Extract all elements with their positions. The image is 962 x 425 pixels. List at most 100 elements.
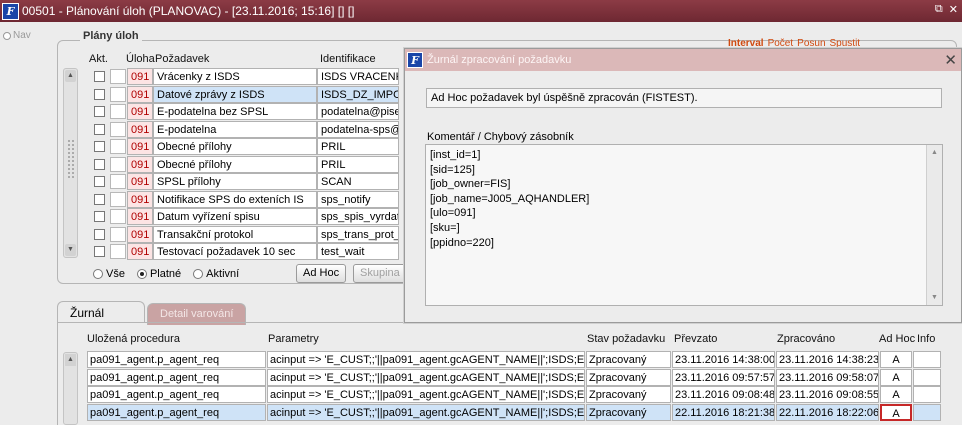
info-cell[interactable] — [913, 368, 941, 386]
scroll-down-icon[interactable]: ▼ — [65, 244, 76, 256]
info-cell[interactable] — [913, 351, 941, 368]
taken-cell[interactable]: 23.11.2016 09:57:57 — [672, 368, 775, 386]
taken-cell[interactable]: 23.11.2016 14:38:00 — [672, 351, 775, 368]
state-cell[interactable]: Zpracovaný — [586, 368, 671, 386]
active-checkbox[interactable] — [94, 158, 105, 170]
active-checkbox[interactable] — [94, 141, 105, 152]
active-checkbox[interactable] — [94, 193, 105, 205]
request-name[interactable]: Obecné přílohy — [153, 138, 317, 155]
row-selector[interactable] — [110, 244, 126, 259]
nav-toggle[interactable]: Nav — [3, 30, 31, 41]
restore-icon[interactable]: ⧉ — [935, 3, 943, 16]
identification[interactable]: podatelna-sps@p — [317, 120, 399, 138]
request-name[interactable]: Datum vyřízení spisu — [153, 208, 317, 225]
request-name[interactable]: E-podatelna — [153, 120, 317, 138]
identification[interactable]: podatelna@piseka — [317, 103, 399, 120]
active-checkbox[interactable] — [94, 71, 105, 82]
identification[interactable]: sps_trans_prot_d — [317, 225, 399, 243]
identification[interactable]: sps_notify — [317, 190, 399, 208]
procedure-cell[interactable]: pa091_agent.p_agent_req — [87, 403, 266, 421]
task-code[interactable]: 091 — [127, 155, 153, 173]
journal-scrollbar[interactable]: ▲ — [63, 352, 78, 425]
processed-cell[interactable]: 23.11.2016 09:58:07 — [776, 368, 879, 386]
active-checkbox[interactable] — [94, 88, 105, 100]
task-code[interactable]: 091 — [127, 68, 153, 85]
task-code[interactable]: 091 — [127, 120, 153, 138]
active-checkbox[interactable] — [94, 106, 105, 117]
state-cell[interactable]: Zpracovaný — [586, 386, 671, 403]
task-code[interactable]: 091 — [127, 103, 153, 120]
procedure-cell[interactable]: pa091_agent.p_agent_req — [87, 351, 266, 368]
params-cell[interactable]: acinput => 'E_CUST;;'||pa091_agent.gcAGE… — [267, 386, 585, 403]
row-selector[interactable] — [110, 139, 126, 154]
filter-all[interactable]: Vše — [93, 268, 125, 280]
params-cell[interactable]: acinput => 'E_CUST;;'||pa091_agent.gcAGE… — [267, 351, 585, 368]
processed-cell[interactable]: 22.11.2016 18:22:06 — [776, 403, 879, 421]
row-selector[interactable] — [110, 209, 126, 224]
plans-scrollbar[interactable]: ▲ ▼ — [63, 68, 78, 258]
adhoc-button[interactable]: Ad Hoc — [296, 264, 347, 283]
filter-valid[interactable]: Platné — [136, 268, 181, 280]
request-name[interactable]: Vrácenky z ISDS — [153, 68, 317, 85]
info-cell[interactable] — [913, 403, 941, 421]
task-code[interactable]: 091 — [127, 85, 153, 103]
procedure-cell[interactable]: pa091_agent.p_agent_req — [87, 368, 266, 386]
state-cell[interactable]: Zpracovaný — [586, 351, 671, 368]
identification[interactable]: sps_spis_vyrdat — [317, 208, 399, 225]
scroll-up-icon[interactable]: ▲ — [929, 147, 940, 158]
identification[interactable]: ISDS_DZ_IMPORT — [317, 85, 399, 103]
adhoc-cell[interactable]: A — [880, 351, 912, 368]
taken-cell[interactable]: 23.11.2016 09:08:48 — [672, 386, 775, 403]
active-checkbox[interactable] — [94, 211, 105, 222]
row-selector[interactable] — [110, 104, 126, 119]
row-selector[interactable] — [110, 69, 126, 84]
processed-cell[interactable]: 23.11.2016 09:08:55 — [776, 386, 879, 403]
state-cell[interactable]: Zpracovaný — [586, 403, 671, 421]
identification[interactable]: SCAN — [317, 173, 399, 190]
active-checkbox[interactable] — [94, 228, 105, 240]
identification[interactable]: PRIL — [317, 155, 399, 173]
filter-active[interactable]: Aktivní — [193, 268, 239, 280]
row-selector[interactable] — [110, 174, 126, 189]
identification[interactable]: test_wait — [317, 243, 399, 260]
taken-cell[interactable]: 22.11.2016 18:21:38 — [672, 403, 775, 421]
request-name[interactable]: E-podatelna bez SPSL — [153, 103, 317, 120]
row-selector[interactable] — [110, 191, 126, 207]
processed-cell[interactable]: 23.11.2016 14:38:23 — [776, 351, 879, 368]
request-name[interactable]: Datové zprávy z ISDS — [153, 85, 317, 103]
comment-scrollbar[interactable]: ▲ ▼ — [926, 145, 942, 305]
task-code[interactable]: 091 — [127, 190, 153, 208]
params-cell[interactable]: acinput => 'E_CUST;;'||pa091_agent.gcAGE… — [267, 368, 585, 386]
task-code[interactable]: 091 — [127, 243, 153, 260]
scroll-up-icon[interactable]: ▲ — [65, 70, 76, 82]
adhoc-cell[interactable]: A — [880, 368, 912, 386]
dialog-close-icon[interactable]: ✕ — [944, 51, 957, 69]
row-selector[interactable] — [110, 121, 126, 137]
task-code[interactable]: 091 — [127, 208, 153, 225]
request-name[interactable]: Testovací požadavek 10 sec — [153, 243, 317, 260]
identification[interactable]: PRIL — [317, 138, 399, 155]
request-name[interactable]: Notifikace SPS do exteních IS — [153, 190, 317, 208]
active-checkbox[interactable] — [94, 246, 105, 257]
request-name[interactable]: Transakční protokol — [153, 225, 317, 243]
scroll-grip[interactable] — [67, 139, 74, 179]
active-checkbox[interactable] — [94, 176, 105, 187]
task-code[interactable]: 091 — [127, 173, 153, 190]
procedure-cell[interactable]: pa091_agent.p_agent_req — [87, 386, 266, 403]
scroll-up-icon[interactable]: ▲ — [65, 354, 76, 366]
request-name[interactable]: Obecné přílohy — [153, 155, 317, 173]
row-selector[interactable] — [110, 156, 126, 172]
tab-journal[interactable]: Žurnál — [57, 301, 145, 323]
adhoc-cell[interactable]: A — [880, 403, 912, 421]
scroll-down-icon[interactable]: ▼ — [929, 292, 940, 303]
comment-textarea[interactable]: [inst_id=1] [sid=125] [job_owner=FIS] [job_… — [425, 144, 943, 306]
row-selector[interactable] — [110, 86, 126, 102]
row-selector[interactable] — [110, 226, 126, 242]
group-button[interactable]: Skupina — [353, 264, 407, 283]
identification[interactable]: ISDS VRACENKY — [317, 68, 399, 85]
request-name[interactable]: SPSL přílohy — [153, 173, 317, 190]
adhoc-cell[interactable]: A — [880, 386, 912, 403]
close-icon[interactable]: ✕ — [949, 3, 958, 16]
task-code[interactable]: 091 — [127, 225, 153, 243]
info-cell[interactable] — [913, 386, 941, 403]
